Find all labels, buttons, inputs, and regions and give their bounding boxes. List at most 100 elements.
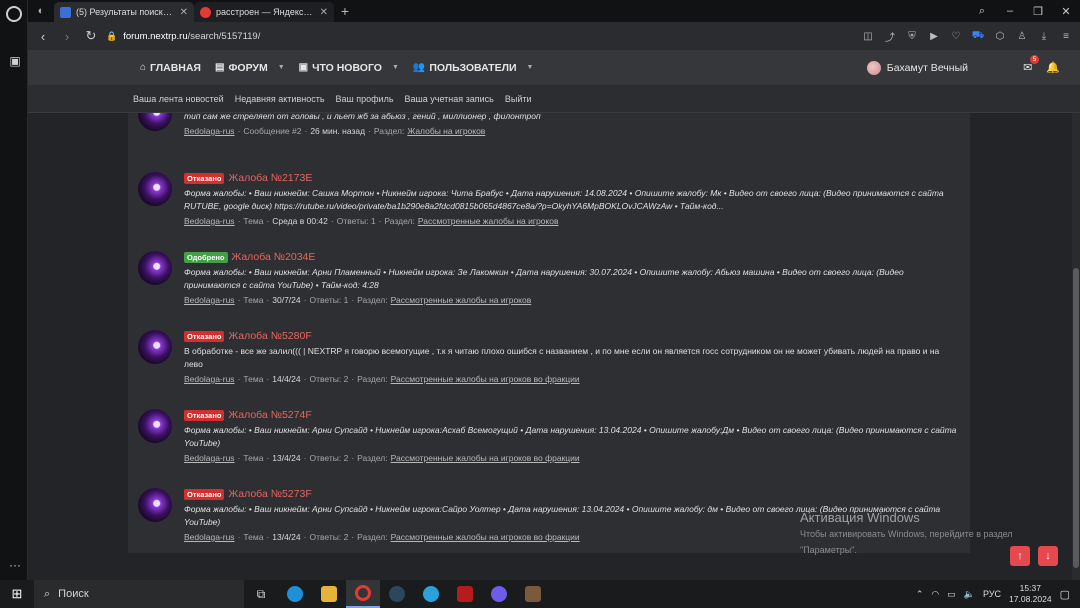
menu-icon[interactable]: ≡ [1058,31,1074,42]
volume-icon[interactable]: 🔈 [964,589,975,600]
result-title-text[interactable]: Жалоба №5280F [228,330,311,342]
scroll-up-button[interactable]: ↑ [1010,546,1030,566]
download-icon[interactable]: ⤓ [1036,31,1052,42]
back-icon[interactable]: ‹ [34,29,52,44]
section-link[interactable]: Рассмотренные жалобы на игроков во фракц… [391,453,580,463]
header-icons: ✉ 5 🔔 [1023,50,1060,85]
author-link[interactable]: Bedolaga-rus [184,532,235,542]
section-link[interactable]: Рассмотренные жалобы на игроков во фракц… [391,374,580,384]
wallet-icon[interactable]: ▣ [8,54,22,68]
subnav-account[interactable]: Ваша учетная запись [405,94,494,104]
windows-start-icon[interactable]: ⊞ [0,586,34,602]
result-title-text[interactable]: Жалоба №2173Е [228,172,312,184]
share-icon[interactable]: ⤴ [882,29,898,44]
avatar[interactable] [138,113,172,131]
camera-icon[interactable]: ◫ [860,31,876,42]
minimize-icon[interactable]: – [996,5,1024,17]
chevron-down-icon[interactable]: ▼ [278,64,285,71]
shield-icon[interactable]: ⛨ [904,31,920,42]
nav-users[interactable]: 👥 ПОЛЬЗОВАТЕЛИ ▼ [413,62,534,74]
account-icon[interactable]: ♙ [1014,31,1030,42]
nav-forum[interactable]: ▤ ФОРУМ ▼ [215,62,285,74]
chevron-down-icon[interactable]: ▼ [392,64,399,71]
result-title-text[interactable]: Жалоба №5273F [228,488,311,500]
avatar[interactable] [138,488,172,522]
result-title[interactable]: Отказано Жалоба №2173Е [184,171,960,185]
author-link[interactable]: Bedolaga-rus [184,126,235,136]
search-results: тип сам же стреляет от головы , и льет ж… [128,113,970,553]
section-link[interactable]: Рассмотренные жалобы на игроков [418,216,559,226]
avatar[interactable] [138,172,172,206]
avatar[interactable] [138,409,172,443]
gamepad-icon[interactable]: ◐ [28,0,54,22]
reload-icon[interactable]: ↻ [82,28,100,44]
author-link[interactable]: Bedolaga-rus [184,374,235,384]
inbox-icon[interactable]: ✉ 5 [1023,55,1040,74]
subnav-recent-activity[interactable]: Недавняя активность [235,94,325,104]
url-field[interactable]: 🔒 forum.nextrp.ru/search/5157119/ [106,31,260,42]
author-link[interactable]: Bedolaga-rus [184,216,235,226]
forward-icon[interactable]: › [58,29,76,44]
steam-icon[interactable] [380,580,414,608]
page-scrollbar[interactable] [1072,113,1080,580]
chevron-up-icon[interactable]: ⌃ [916,589,924,600]
nav-home[interactable]: ⌂ ГЛАВНАЯ [140,62,201,74]
scroll-thumb[interactable] [1073,268,1079,568]
bell-icon[interactable]: 🔔 [1046,61,1060,74]
result-snippet: Форма жалобы: • Ваш никнейм: Арни Пламен… [184,267,904,290]
subnav-logout[interactable]: Выйти [505,94,532,104]
more-icon[interactable]: ··· [8,558,22,572]
avatar[interactable] [138,330,172,364]
result-snippet: тип сам же стреляет от головы , и льет ж… [184,113,541,121]
result-meta: Bedolaga-rus · Тема · Среда в 00:42 · Ответ… [184,216,559,226]
result-title[interactable]: Отказано Жалоба №5280F [184,329,960,343]
nav-whats-new[interactable]: ▣ ЧТО НОВОГО ▼ [299,62,399,74]
subnav-profile[interactable]: Ваш профиль [336,94,394,104]
section-link[interactable]: Рассмотренные жалобы на игроков во фракц… [391,532,580,542]
result-item: тип сам же стреляет от головы , и льет ж… [128,113,970,164]
discord-icon[interactable] [482,580,516,608]
heart-icon[interactable]: ♡ [948,31,964,42]
clock[interactable]: 15:37 17.08.2024 [1009,583,1052,605]
nav-label: ПОЛЬЗОВАТЕЛИ [429,61,517,74]
telegram-icon[interactable] [414,580,448,608]
author-link[interactable]: Bedolaga-rus [184,453,235,463]
scroll-down-button[interactable]: ↓ [1038,546,1058,566]
taskbar-search[interactable]: ⌕ Поиск [34,580,244,608]
opera-icon[interactable] [346,580,380,608]
close-tab-icon[interactable]: ✕ [320,7,328,18]
cart-icon[interactable]: ⛟ [970,30,986,43]
language-indicator[interactable]: РУС [983,589,1001,599]
extension-icon[interactable]: ⬡ [992,31,1008,42]
battery-icon[interactable]: ▭ [947,589,956,600]
explorer-icon[interactable] [312,580,346,608]
tab-yandex[interactable]: расстроен — Яндекс: нашл ✕ [194,2,334,22]
edge-icon[interactable] [278,580,312,608]
restore-icon[interactable]: ❐ [1024,5,1052,18]
bookmark-icon[interactable]: ▶ [926,31,942,42]
result-title[interactable]: Одобрено Жалоба №2034Е [184,250,960,264]
result-title-text[interactable]: Жалоба №5274F [228,409,311,421]
result-title-text[interactable]: Жалоба №2034Е [232,251,316,263]
result-type: Сообщение #2 [243,126,302,136]
result-title[interactable]: Отказано Жалоба №5274F [184,408,960,422]
avatar[interactable] [138,251,172,285]
app-icon[interactable] [448,580,482,608]
result-title[interactable]: Отказано Жалоба №5273F [184,487,960,501]
task-view-icon[interactable]: ⧉ [244,580,278,608]
chevron-down-icon[interactable]: ▼ [527,64,534,71]
network-icon[interactable]: ◠ [931,589,939,600]
section-link[interactable]: Жалобы на игроков [407,126,485,136]
author-link[interactable]: Bedolaga-rus [184,295,235,305]
search-tabs-icon[interactable]: ⌕ [968,5,996,18]
subnav-feed[interactable]: Ваша лента новостей [133,94,224,104]
notifications-icon[interactable]: ▢ [1060,588,1070,601]
tab-search-results[interactable]: (5) Результаты поиска | NE ✕ [54,2,194,22]
section-link[interactable]: Рассмотренные жалобы на игроков [391,295,532,305]
close-window-icon[interactable]: ✕ [1052,5,1080,18]
new-tab-button[interactable]: + [334,3,356,19]
close-tab-icon[interactable]: ✕ [180,7,188,18]
game-icon[interactable] [516,580,550,608]
opera-logo-icon[interactable] [6,6,22,22]
user-menu[interactable]: Бахамут Вечный [866,50,968,85]
